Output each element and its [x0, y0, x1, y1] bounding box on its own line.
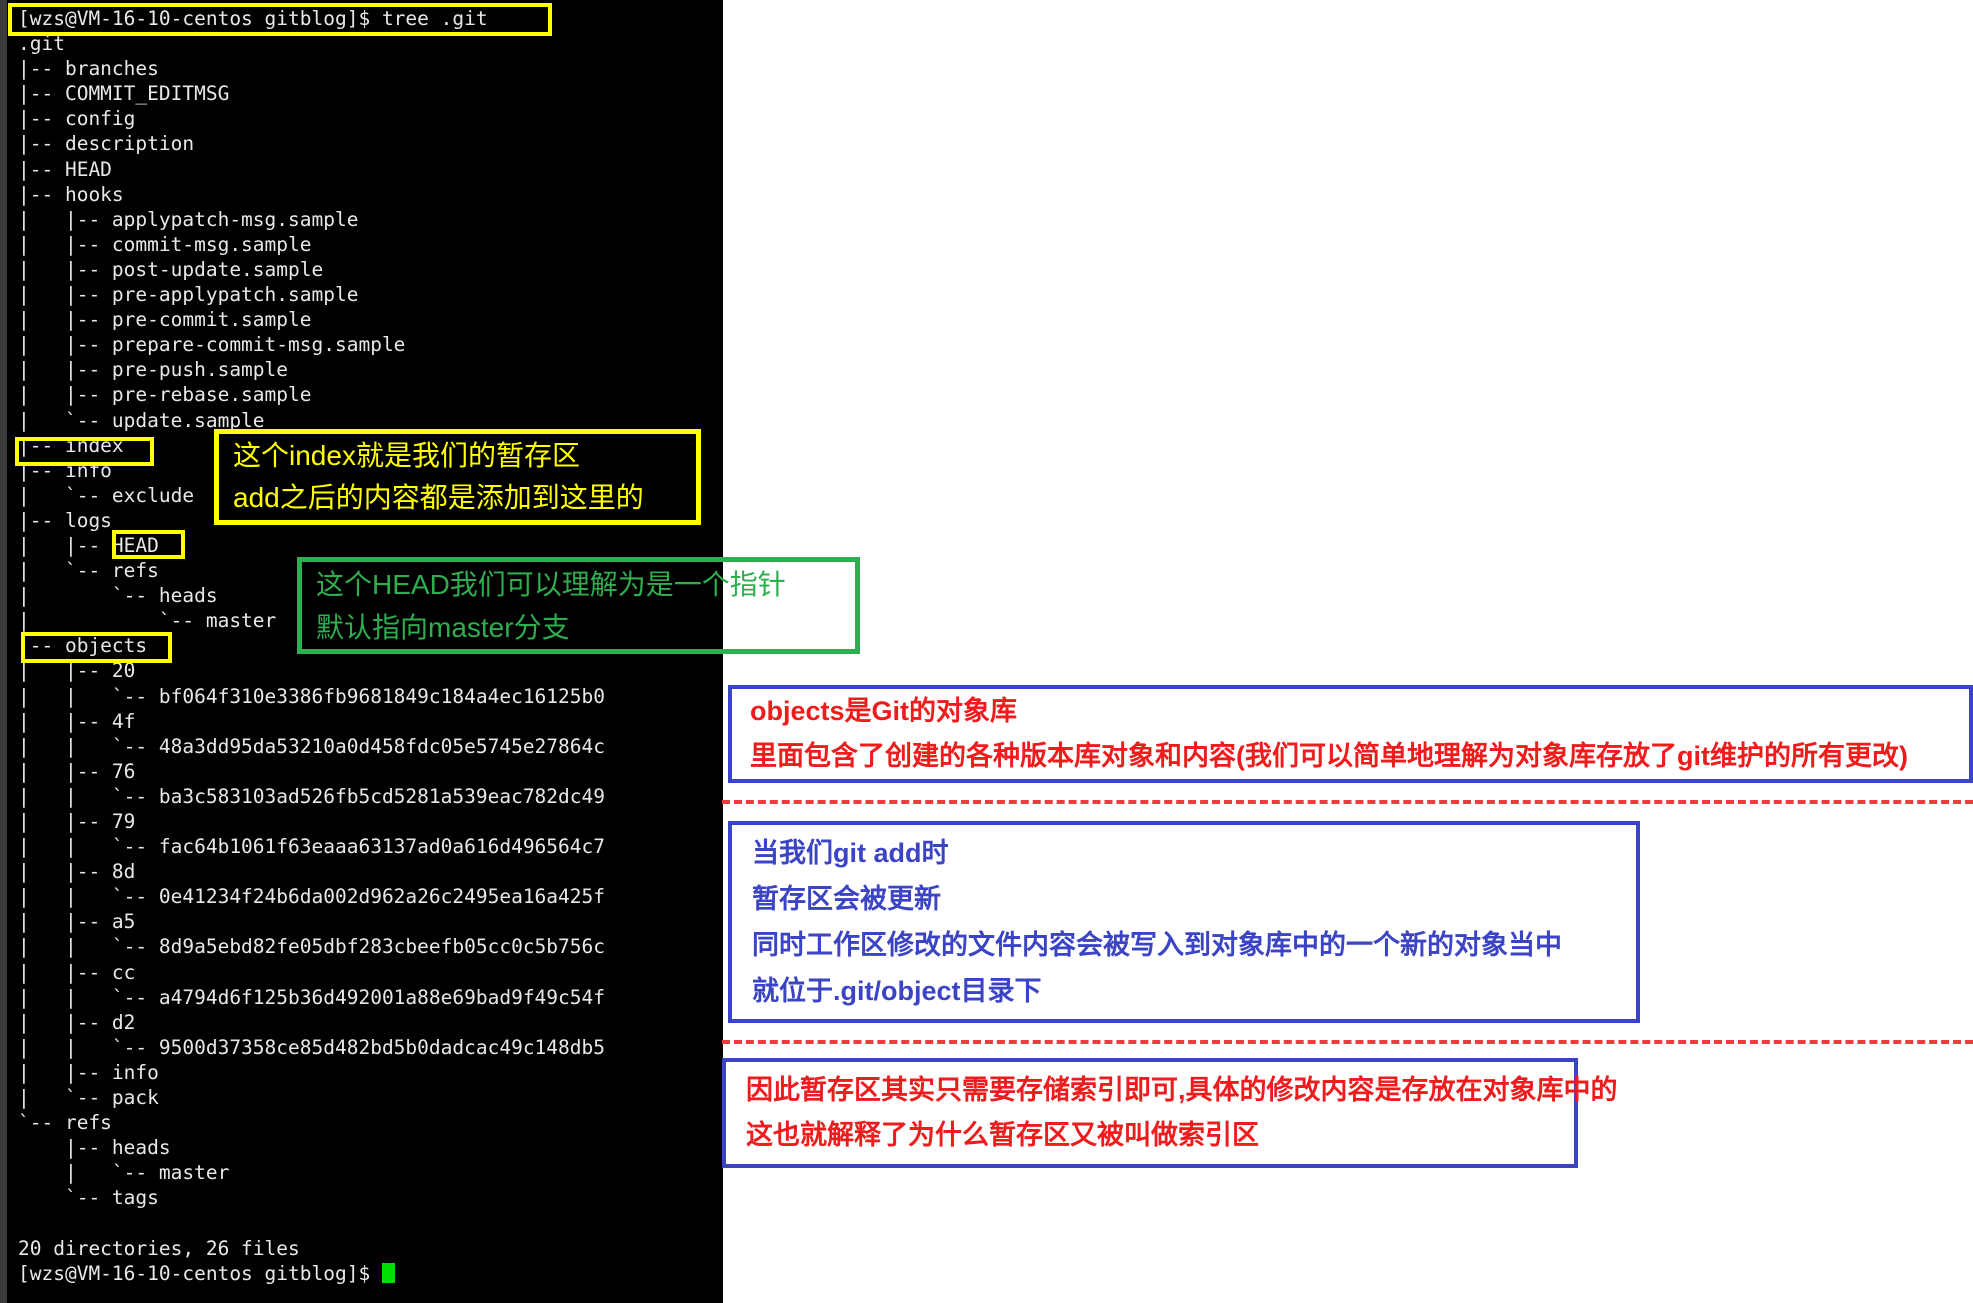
terminal-tree-line: | |-- 76 [18, 759, 136, 783]
annotation-git-add-note: 当我们git add时 暂存区会被更新 同时工作区修改的文件内容会被写入到对象库… [728, 821, 1640, 1023]
terminal-tree-line: | `-- pack [18, 1086, 159, 1110]
terminal-tree-line: | | `-- 9500d37358ce85d482bd5b0dadcac49c… [18, 1035, 605, 1059]
annotation-line: 里面包含了创建的各种版本库对象和内容(我们可以简单地理解为对象库存放了git维护… [750, 741, 1908, 771]
annotation-index-note: 这个index就是我们的暂存区 add之后的内容都是添加到这里的 [214, 429, 701, 525]
terminal-tree-line: | |-- 4f [18, 709, 136, 733]
terminal-tree-line: |-- description [18, 132, 195, 156]
terminal-tree-line: | |-- info [18, 1060, 159, 1084]
terminal-prompt-line[interactable]: [wzs@VM-16-10-centos gitblog]$ [18, 1261, 605, 1286]
annotation-line: 当我们git add时 [752, 838, 949, 868]
terminal-tree-line: | |-- pre-applypatch.sample [18, 283, 359, 307]
annotation-line: 这个HEAD我们可以理解为是一个指针 [316, 568, 786, 600]
terminal-tree-line: |-- branches [18, 57, 159, 81]
terminal-tree-line: | | `-- 0e41234f24b6da002d962a26c2495ea1… [18, 885, 605, 909]
annotation-line: 就位于.git/object目录下 [752, 976, 1042, 1006]
terminal-tree-line: | |-- a5 [18, 910, 136, 934]
terminal-prompt-text: [wzs@VM-16-10-centos gitblog]$ [18, 1261, 382, 1285]
terminal-tree-line: | | `-- bf064f310e3386fb9681849c184a4ec1… [18, 684, 605, 708]
terminal-tree-line: | `-- master [18, 1161, 230, 1185]
terminal-tree-line: | |-- cc [18, 960, 136, 984]
terminal-tree-line: |-- config [18, 107, 136, 131]
annotation-line: 这个index就是我们的暂存区 [233, 440, 580, 471]
terminal-tree-line: | |-- applypatch-msg.sample [18, 207, 359, 231]
terminal-tree-line: | |-- pre-push.sample [18, 358, 289, 382]
annotation-line: 暂存区会被更新 [752, 884, 941, 914]
terminal-tree-line: | | `-- 8d9a5ebd82fe05dbf283cbeefb05cc0c… [18, 935, 605, 959]
annotation-line: add之后的内容都是添加到这里的 [233, 482, 644, 513]
annotation-line: objects是Git的对象库 [750, 696, 1018, 726]
terminal-tree-line: | |-- 20 [18, 659, 136, 683]
terminal-tree-line: .git [18, 32, 65, 56]
annotation-index-area-note: 因此暂存区其实只需要存储索引即可,具体的修改内容是存放在对象库中的 这也就解释了… [722, 1058, 1618, 1168]
terminal-cursor [381, 1262, 395, 1283]
terminal-tree-line: | |-- commit-msg.sample [18, 232, 312, 256]
terminal-tree-line: | |-- post-update.sample [18, 257, 324, 281]
terminal-tree-line: | | `-- fac64b1061f63eaaa63137ad0a616d49… [18, 835, 605, 859]
terminal-command-line: [wzs@VM-16-10-centos gitblog]$ tree .git [18, 7, 488, 30]
terminal-tree-line: | |-- prepare-commit-msg.sample [18, 333, 406, 357]
terminal-tree-line: | | `-- 48a3dd95da53210a0d458fdc05e5745e… [18, 734, 605, 758]
terminal-tree-line: 20 directories, 26 files [18, 1236, 300, 1260]
terminal-tree-line: |-- heads [18, 1136, 171, 1160]
annotation-line: 这也就解释了为什么暂存区又被叫做索引区 [746, 1120, 1259, 1150]
terminal-tree-line: | |-- 79 [18, 810, 136, 833]
terminal-tree-line: `-- refs [18, 1111, 112, 1135]
annotation-objects-note: objects是Git的对象库 里面包含了创建的各种版本库对象和内容(我们可以简… [728, 685, 1973, 783]
terminal-tree-line: |-- HEAD [18, 157, 112, 181]
annotation-line: 因此暂存区其实只需要存储索引即可,具体的修改内容是存放在对象库中的 [746, 1075, 1618, 1105]
terminal-tree-line: | |-- HEAD [18, 533, 159, 557]
terminal-tree-line [18, 1211, 605, 1236]
terminal-tree-line: |-- hooks [18, 182, 124, 206]
terminal-tree-line: `-- tags [18, 1186, 159, 1210]
terminal-tree-line: | |-- pre-commit.sample [18, 308, 312, 332]
terminal-tree-line: | |-- 8d [18, 860, 136, 884]
terminal-tree-line: |-- COMMIT_EDITMSG [18, 82, 230, 106]
annotation-line: 默认指向master分支 [316, 611, 570, 643]
terminal-tree-line: | |-- d2 [18, 1010, 136, 1034]
terminal-tree-line: | |-- pre-rebase.sample [18, 383, 312, 407]
annotation-head-note: 这个HEAD我们可以理解为是一个指针 默认指向master分支 [297, 557, 860, 654]
terminal-tree-line: | | `-- ba3c583103ad526fb5cd5281a539eac7… [18, 784, 605, 808]
dashed-separator-bottom [722, 1040, 1973, 1044]
annotation-line: 同时工作区修改的文件内容会被写入到对象库中的一个新的对象当中 [752, 930, 1562, 960]
terminal-tree-line: | | `-- a4794d6f125b36d492001a88e69bad9f… [18, 985, 605, 1009]
dashed-separator-top [722, 800, 1973, 804]
